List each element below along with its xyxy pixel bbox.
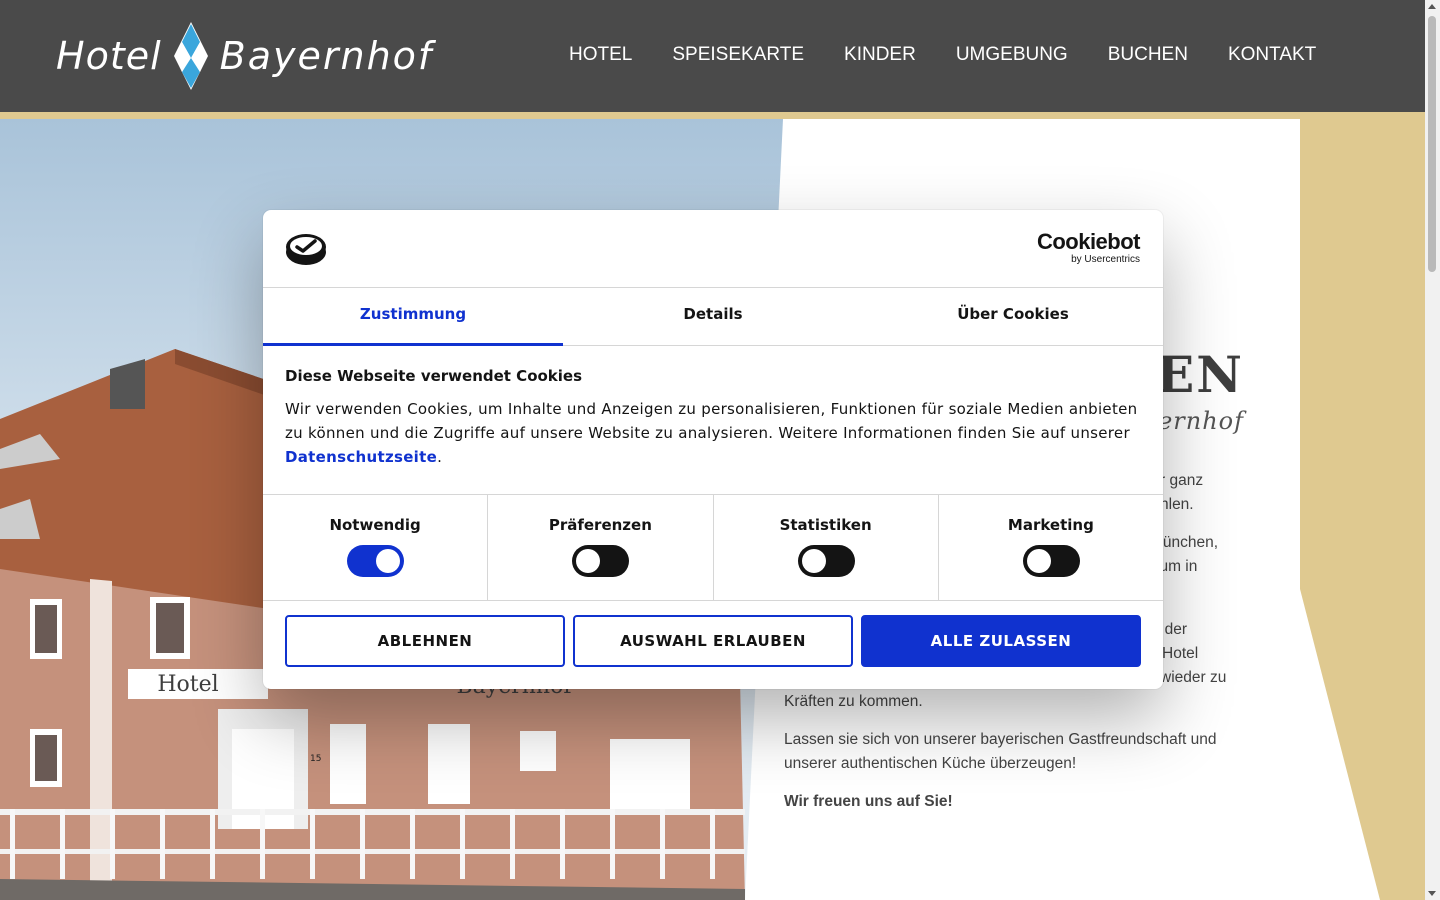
tab-zustimmung[interactable]: Zustimmung [263,288,563,346]
category-statistiken: Statistiken [714,495,939,600]
intro-paragraph-4: Lassen sie sich von unserer bayerischen … [784,731,1217,772]
cookie-consent-dialog: Cookiebot by Usercentrics Zustimmung Det… [263,210,1163,689]
cookiebot-brand[interactable]: Cookiebot by Usercentrics [1036,229,1141,266]
dialog-description: Wir verwenden Cookies, um Inhalte und An… [285,400,1138,466]
dialog-header: Cookiebot by Usercentrics [263,210,1163,288]
cookiebot-logo-icon [286,234,326,265]
site-header: Hotel Bayernhof HOTEL SPEISEKARTE KINDER… [0,0,1425,112]
logo-text-hotel: Hotel [56,34,162,78]
category-praeferenzen: Präferenzen [488,495,714,600]
main-nav: HOTEL SPEISEKARTE KINDER UMGEBUNG BUCHEN… [569,44,1356,66]
hotel-sign-left: Hotel [157,672,218,697]
dialog-heading: Diese Webseite verwendet Cookies [285,367,583,385]
toggle-statistiken[interactable] [797,545,855,577]
logo-diamond-icon [173,22,208,90]
nav-kontakt[interactable]: KONTAKT [1228,44,1316,66]
closing-line: Wir freuen uns auf Sie! [784,793,953,810]
scroll-down-arrow-icon[interactable] [1428,891,1436,896]
cookiebot-by: by Usercentrics [1071,254,1140,265]
toggle-knob [376,549,401,573]
nav-kinder[interactable]: KINDER [844,44,916,66]
site-logo[interactable]: Hotel Bayernhof [56,22,433,90]
toggle-praeferenzen[interactable] [572,545,630,577]
scroll-up-arrow-icon[interactable] [1428,4,1436,9]
toggle-knob [576,549,601,573]
category-label: Statistiken [779,516,872,534]
allow-selection-button[interactable]: AUSWAHL ERLAUBEN [573,615,853,667]
cookie-categories: Notwendig Präferenzen Statistiken Market… [263,494,1163,601]
logo-text-bayernhof: Bayernhof [219,34,434,78]
category-marketing: Marketing [939,495,1163,600]
category-label: Marketing [1007,516,1094,534]
category-label: Notwendig [329,516,421,534]
dialog-body: Diese Webseite verwendet Cookies Wir ver… [285,367,1141,469]
toggle-knob [801,549,826,573]
header-accent-strip [0,112,1425,119]
nav-buchen[interactable]: BUCHEN [1108,44,1188,66]
tab-details[interactable]: Details [563,288,863,345]
category-label: Präferenzen [548,516,652,534]
privacy-link[interactable]: Datenschutzseite [285,448,437,466]
decline-button[interactable]: ABLEHNEN [285,615,565,667]
toggle-notwendig[interactable] [347,545,405,577]
intro-paragraph-1: r ganz hlen. [1160,472,1204,513]
toggle-knob [1026,549,1051,573]
house-number: 15 [310,754,321,764]
nav-hotel[interactable]: HOTEL [569,44,632,66]
nav-speisekarte[interactable]: SPEISEKARTE [672,44,804,66]
category-notwendig: Notwendig [263,495,489,600]
tab-ueber-cookies[interactable]: Über Cookies [863,288,1163,345]
cookiebot-name: Cookiebot [1036,229,1141,254]
dialog-tabs: Zustimmung Details Über Cookies [263,288,1163,346]
dialog-buttons: ABLEHNEN AUSWAHL ERLAUBEN ALLE ZULASSEN [285,615,1141,667]
allow-all-button[interactable]: ALLE ZULASSEN [861,615,1141,667]
scroll-thumb[interactable] [1428,16,1436,272]
intro-paragraph-2: München, trum in [1150,534,1219,575]
toggle-marketing[interactable] [1022,545,1080,577]
page-scrollbar[interactable] [1425,0,1440,900]
nav-umgebung[interactable]: UMGEBUNG [956,44,1068,66]
